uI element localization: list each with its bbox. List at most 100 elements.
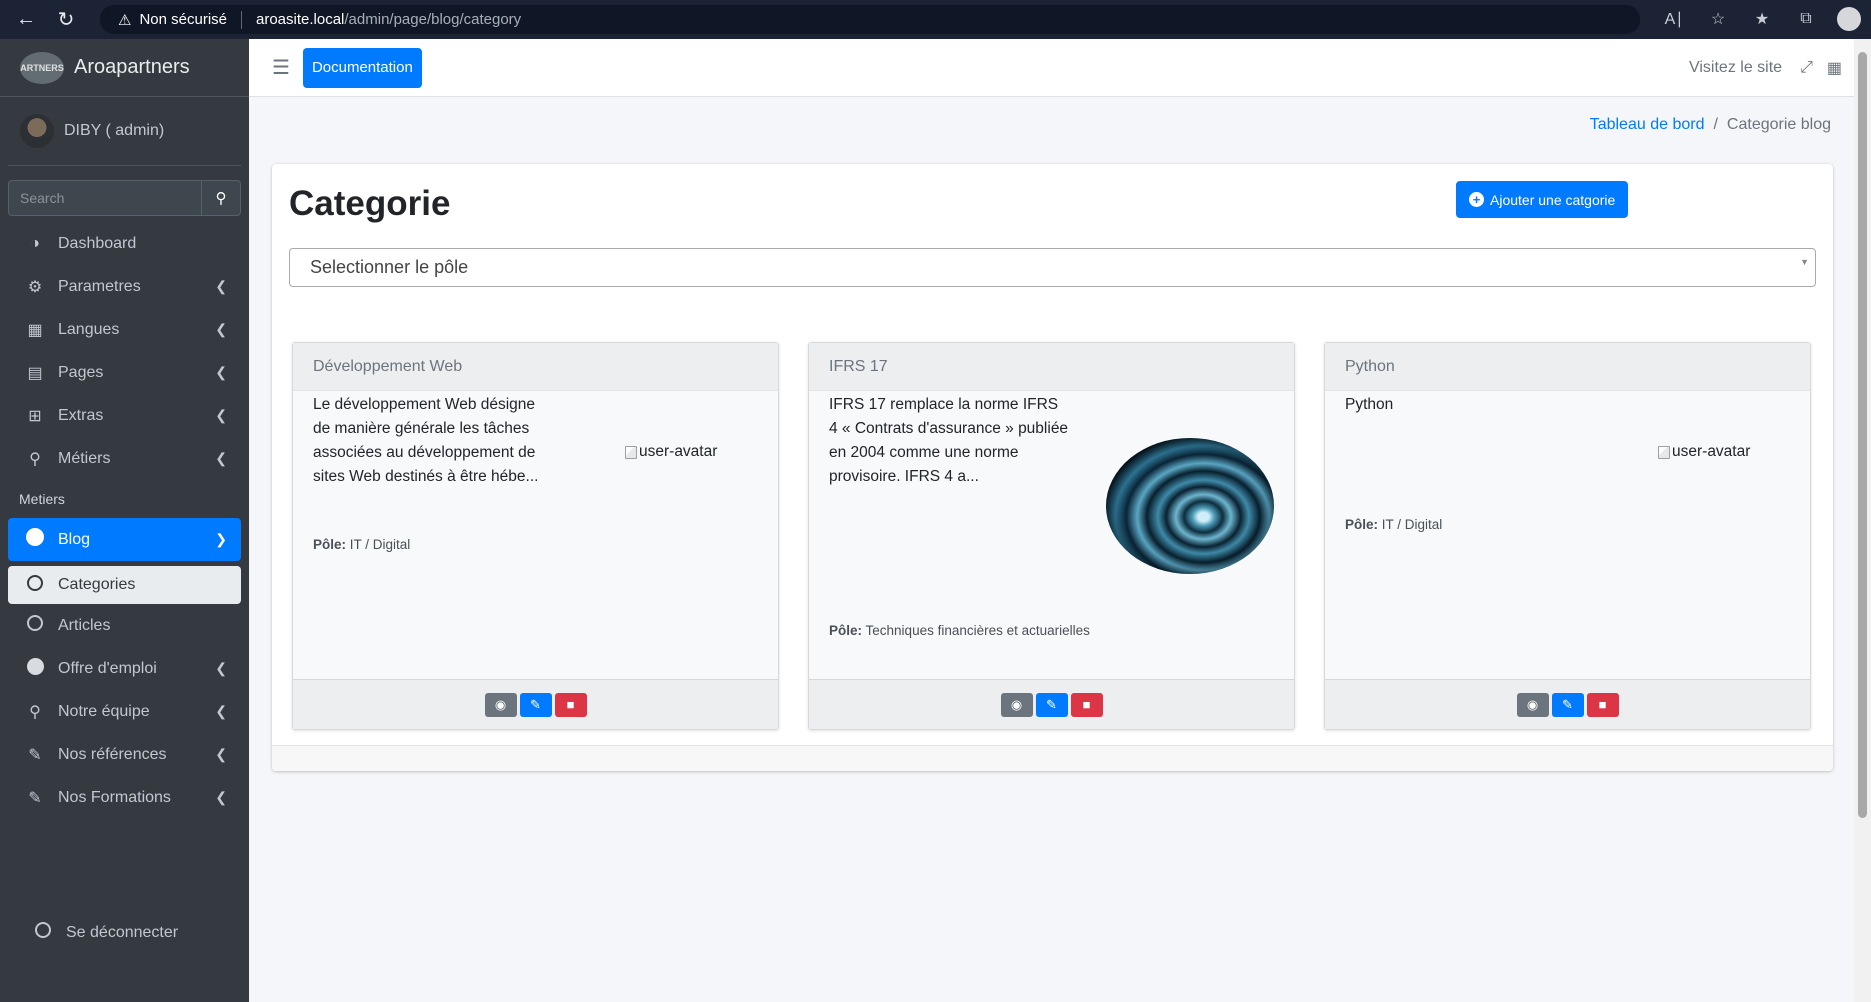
- sidebar-item-langues[interactable]: ▦ Langues ❮: [8, 308, 241, 351]
- brand-text: Aroapartners: [74, 56, 190, 78]
- breadcrumb-current: Categorie blog: [1726, 116, 1831, 133]
- trash-icon: ■: [1598, 697, 1607, 712]
- caret-down-icon: ▼: [1800, 257, 1809, 267]
- documentation-button[interactable]: Documentation: [302, 47, 422, 88]
- search-input[interactable]: [8, 180, 201, 216]
- url-host: aroasite.local: [256, 11, 345, 28]
- eye-icon: ◉: [494, 696, 507, 712]
- chevron-left-icon: ❮: [215, 789, 227, 805]
- view-button[interactable]: ◉: [1000, 692, 1033, 717]
- circle-icon: [24, 657, 46, 680]
- favorites-icon[interactable]: ★: [1749, 6, 1775, 32]
- sidebar-item-metiers[interactable]: ⚲ Métiers ❮: [8, 437, 241, 480]
- sidebar-item-articles[interactable]: Articles: [8, 604, 241, 647]
- page-scrollbar[interactable]: [1854, 39, 1871, 1002]
- fullscreen-icon[interactable]: ⤢: [1800, 59, 1813, 77]
- edit-icon: ✎: [28, 746, 42, 764]
- grid-icon[interactable]: ▦: [1827, 58, 1842, 78]
- trash-icon: ■: [1082, 697, 1091, 712]
- scrollbar-thumb[interactable]: [1858, 52, 1867, 818]
- user-panel[interactable]: DIBY ( admin): [8, 97, 241, 166]
- delete-button[interactable]: ■: [554, 692, 587, 717]
- back-icon[interactable]: ←: [12, 6, 40, 34]
- sidebar-item-categories[interactable]: Categories: [8, 566, 241, 604]
- view-button[interactable]: ◉: [1516, 692, 1549, 717]
- sidebar-item-pages[interactable]: ▤ Pages ❮: [8, 351, 241, 394]
- sidebar-item-label: Nos Formations: [58, 788, 171, 806]
- circle-outline-icon: [24, 574, 46, 596]
- image-alt-text: user-avatar: [639, 443, 718, 460]
- sidebar-item-nos-references[interactable]: ✎ Nos références ❮: [8, 733, 241, 776]
- category-title: Python: [1325, 343, 1810, 391]
- category-actions: ◉ ✎ ■: [809, 679, 1294, 729]
- search-icon: ⚲: [29, 703, 41, 721]
- breadcrumb-home[interactable]: Tableau de bord: [1590, 116, 1705, 134]
- category-item: Python Python user-avatar Pôle: IT / Dig…: [1324, 342, 1811, 730]
- book-icon: ▤: [27, 364, 43, 382]
- edit-icon: ✎: [1046, 696, 1057, 712]
- menu-toggle-icon[interactable]: ☰: [272, 55, 290, 80]
- search-button[interactable]: ⚲: [201, 180, 241, 216]
- chevron-left-icon: ❮: [215, 278, 227, 294]
- address-bar[interactable]: ⚠ Non sécurisé aroasite.local/admin/page…: [100, 5, 1640, 34]
- delete-button[interactable]: ■: [1070, 692, 1103, 717]
- edit-button[interactable]: ✎: [1551, 692, 1584, 717]
- pole-label: Pôle:: [1345, 517, 1379, 532]
- chevron-left-icon: ❮: [215, 450, 227, 466]
- sidebar-section-header: Metiers: [19, 491, 65, 507]
- pole-value: Techniques financières et actuarielles: [865, 623, 1090, 638]
- brand-logo: ARTNERS: [20, 51, 64, 84]
- language-icon: ▦: [27, 321, 43, 339]
- pole-select[interactable]: Selectionner le pôle ▼: [289, 248, 1816, 287]
- users-cog-icon: ⚙: [27, 278, 43, 296]
- sidebar-item-label: Langues: [58, 320, 120, 338]
- delete-button[interactable]: ■: [1586, 692, 1619, 717]
- reload-icon[interactable]: ↻: [52, 6, 80, 34]
- sidebar-item-label: Pages: [58, 363, 104, 381]
- add-favorite-icon[interactable]: ☆: [1705, 6, 1731, 32]
- chevron-left-icon: ❮: [215, 660, 227, 676]
- logout-link[interactable]: Se déconnecter: [16, 911, 249, 954]
- sidebar-item-offre-emploi[interactable]: Offre d'emploi ❮: [8, 647, 241, 690]
- sidebar-item-notre-equipe[interactable]: ⚲ Notre équipe ❮: [8, 690, 241, 733]
- top-navbar: ☰ Documentation Visitez le site ⤢ ▦: [249, 39, 1854, 97]
- logout-label: Se déconnecter: [66, 923, 179, 941]
- sidebar-item-extras[interactable]: ⊞ Extras ❮: [8, 394, 241, 437]
- edit-button[interactable]: ✎: [1035, 692, 1068, 717]
- category-actions: ◉ ✎ ■: [1325, 679, 1810, 729]
- category-description: Python: [1345, 396, 1394, 413]
- pole-value: IT / Digital: [1381, 517, 1443, 532]
- circle-outline-icon: [24, 615, 46, 636]
- read-aloud-icon[interactable]: A∣: [1661, 6, 1687, 32]
- breadcrumb: Tableau de bord / Categorie blog: [1590, 116, 1831, 134]
- add-category-button[interactable]: + Ajouter une catgorie: [1456, 181, 1629, 218]
- sidebar-item-label: Articles: [58, 616, 111, 634]
- profile-icon[interactable]: [1837, 7, 1861, 31]
- eye-icon: ◉: [1010, 696, 1023, 712]
- sidebar-item-nos-formations[interactable]: ✎ Nos Formations ❮: [8, 776, 241, 819]
- chevron-left-icon: ❮: [215, 364, 227, 380]
- sidebar-item-parametres[interactable]: ⚙ Parametres ❮: [8, 265, 241, 308]
- view-button[interactable]: ◉: [484, 692, 517, 717]
- sidebar-item-dashboard[interactable]: ◑ Dashboard: [8, 222, 241, 265]
- brand-link[interactable]: ARTNERS Aroapartners: [0, 39, 249, 97]
- pole-label: Pôle:: [313, 537, 347, 552]
- category-item: IFRS 17 IFRS 17 remplace la norme IFRS 4…: [808, 342, 1295, 730]
- sidebar-item-label: Blog: [58, 530, 91, 548]
- pole-value: IT / Digital: [349, 537, 411, 552]
- browser-toolbar: ← ↻ ⚠ Non sécurisé aroasite.local/admin/…: [0, 0, 1871, 39]
- edit-icon: ✎: [530, 696, 541, 712]
- top-right-actions: Visitez le site ⤢ ▦: [1689, 58, 1842, 78]
- sidebar-item-blog[interactable]: Blog ❯: [8, 518, 241, 561]
- sidebar-item-label: Parametres: [58, 277, 141, 295]
- sidebar-item-label: Dashboard: [58, 234, 137, 252]
- visit-site-link[interactable]: Visitez le site: [1689, 59, 1782, 77]
- card-footer: [272, 745, 1833, 771]
- category-actions: ◉ ✎ ■: [293, 679, 778, 729]
- category-title: Développement Web: [293, 343, 778, 391]
- sidebar-item-label: Nos références: [58, 745, 167, 763]
- category-pole: Pôle: Techniques financières et actuarie…: [829, 623, 1090, 638]
- edit-button[interactable]: ✎: [519, 692, 552, 717]
- image-alt-text: user-avatar: [1672, 443, 1751, 460]
- collections-icon[interactable]: ⧉: [1793, 6, 1819, 32]
